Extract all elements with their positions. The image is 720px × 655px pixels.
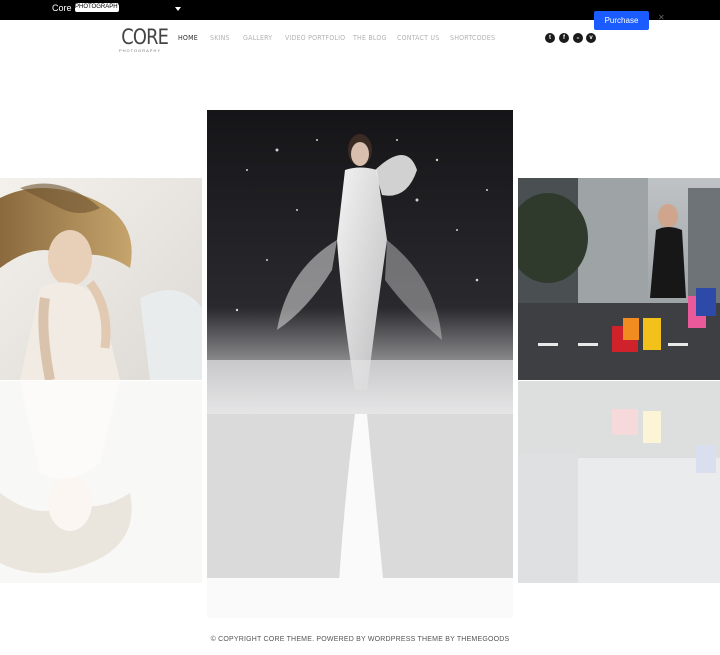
facebook-icon[interactable]: f bbox=[559, 33, 569, 43]
flickr-icon[interactable]: •• bbox=[573, 33, 583, 43]
gallery-photo-center[interactable] bbox=[207, 110, 513, 414]
nav-item-contact-us[interactable]: CONTACT US bbox=[397, 34, 439, 42]
gallery-photo-right[interactable] bbox=[518, 178, 720, 380]
theme-name: Core bbox=[52, 3, 72, 13]
nav-item-skins[interactable]: SKINS bbox=[210, 34, 230, 42]
site-logo[interactable]: CORE PHOTOGRAPHY bbox=[118, 25, 169, 54]
woman-lying-image bbox=[0, 178, 202, 380]
nav-item-home[interactable]: HOME bbox=[178, 34, 198, 42]
nav-item-video-portfolio[interactable]: VIDEO PORTFOLIO bbox=[285, 34, 345, 42]
woman-white-dress-image bbox=[207, 110, 513, 414]
skin-select[interactable]: PHOTOGRAPHY bbox=[75, 3, 122, 12]
purchase-button[interactable]: Purchase bbox=[594, 11, 649, 30]
reflection-left bbox=[0, 381, 202, 583]
nav-item-the-blog[interactable]: THE BLOG bbox=[353, 34, 387, 42]
chevron-down-icon[interactable] bbox=[175, 7, 181, 11]
twitter-icon[interactable]: t bbox=[545, 33, 555, 43]
nav-item-gallery[interactable]: GALLERY bbox=[243, 34, 272, 42]
logo-text: CORE bbox=[121, 25, 169, 49]
reflection-center bbox=[207, 414, 513, 618]
close-icon[interactable]: ✕ bbox=[658, 13, 665, 23]
reflection-image bbox=[207, 414, 513, 618]
city-shopping-image bbox=[518, 178, 720, 380]
footer-copyright: © COPYRIGHT CORE THEME. POWERED BY WORDP… bbox=[210, 636, 510, 643]
vimeo-icon[interactable]: v bbox=[586, 33, 596, 43]
reflection-right bbox=[518, 381, 720, 583]
reflection-image bbox=[0, 381, 202, 583]
gallery-photo-left[interactable] bbox=[0, 178, 202, 380]
nav-item-shortcodes[interactable]: SHORTCODES bbox=[450, 34, 495, 42]
reflection-image bbox=[518, 381, 720, 583]
